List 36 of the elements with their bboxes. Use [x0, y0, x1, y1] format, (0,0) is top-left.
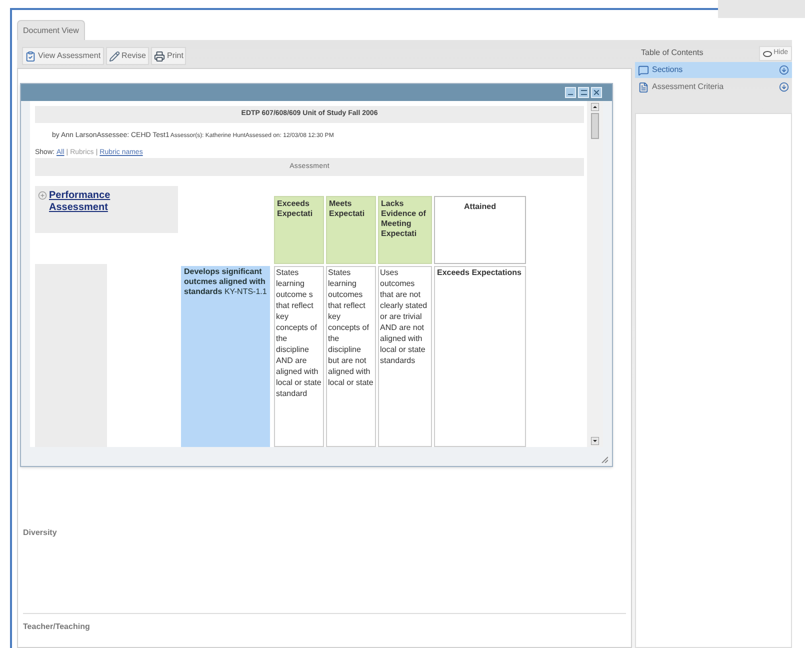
clipboard-check-icon	[25, 50, 36, 62]
scroll-thumb[interactable]	[591, 113, 599, 139]
scroll-up-icon[interactable]	[591, 103, 599, 111]
rubric-title-link[interactable]: Performance Assessment	[49, 190, 144, 214]
speech-bubble-icon	[638, 64, 649, 76]
document-icon	[638, 82, 649, 92]
close-button[interactable]	[591, 87, 602, 98]
pencil-icon	[108, 50, 120, 62]
column-header: Exceeds Expectati	[274, 196, 324, 264]
minimize-button[interactable]	[565, 87, 576, 98]
view-button[interactable]: View Assessment	[22, 47, 104, 65]
rubric-cell: States learning outcomes that reflect key concepts of the discipline but are not aligned with local or state	[326, 266, 376, 447]
toc-title: Table of Contents	[641, 47, 704, 59]
section-heading: Teacher/Teaching	[23, 621, 91, 633]
section-heading: Diversity	[23, 527, 58, 539]
criterion-cell: Develops significant outcmes aligned with standards KY-NTS-1.1	[181, 266, 270, 447]
maximize-button[interactable]	[578, 87, 589, 98]
resize-grip-icon[interactable]	[601, 456, 608, 463]
attained-cell: Exceeds Expectations	[434, 266, 526, 447]
revise-button[interactable]: Revise	[106, 47, 149, 65]
print-button[interactable]: Print	[151, 47, 186, 65]
column-header: Attained	[434, 196, 526, 264]
download-icon[interactable]	[779, 65, 789, 75]
rubric-cell: States learning outcome s that reflect key concepts of the discipline AND are aligned with local or state standard	[274, 266, 324, 447]
close-icon	[594, 90, 599, 95]
document-view-tab[interactable]: Document View	[17, 20, 85, 40]
oval-icon	[762, 50, 772, 56]
column-header: Lacks Evidence of Meeting Expectati	[378, 196, 432, 264]
column-header: Meets Expectati	[326, 196, 376, 264]
rubric-cell: Uses outcomes that are not clearly stated or are trivial AND are not aligned with local or state standards	[378, 266, 432, 447]
toc-item[interactable]: Sections	[635, 62, 792, 78]
toc-item[interactable]: Assessment Criteria	[635, 79, 792, 95]
expand-icon[interactable]	[38, 191, 47, 200]
printer-icon	[154, 50, 165, 62]
download-icon[interactable]	[779, 82, 789, 92]
scroll-down-icon[interactable]	[591, 437, 599, 445]
